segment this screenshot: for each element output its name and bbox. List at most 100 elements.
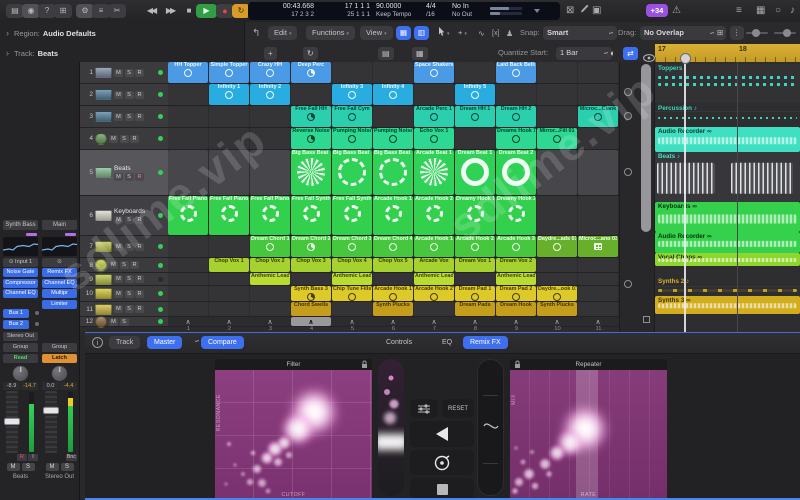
controls-tab[interactable]: Controls [379,336,419,349]
empty-cell[interactable] [578,258,618,272]
r-button[interactable]: R [135,113,144,121]
empty-cell[interactable] [168,84,208,105]
empty-cell[interactable] [209,128,249,149]
record-enable-button[interactable]: R [17,454,27,461]
empty-cell[interactable] [250,302,290,316]
track-header[interactable]: 6KeyboardsMSR [80,196,168,235]
loop-cell[interactable]: Dream Pads [455,302,495,316]
empty-cell[interactable] [537,84,577,105]
cell-phase-icon[interactable] [624,168,632,176]
track-region[interactable]: Synths 3 ∞ [655,296,800,314]
grid-edit-button[interactable]: ▤ [378,47,394,60]
loop-cell[interactable]: Big Bass Beat 1 [291,150,331,195]
empty-cell[interactable] [578,302,618,316]
loop-cell[interactable]: Dreamy Hook 2 [496,196,536,235]
waveform-zoom-icon[interactable]: ⊞ [714,26,726,40]
empty-cell[interactable] [373,106,413,127]
scratch-button[interactable] [410,450,474,475]
master-tab[interactable]: Master [147,336,182,349]
empty-cell[interactable] [209,302,249,316]
input-monitor-dot[interactable] [158,244,163,249]
rewind-button[interactable]: ◀◀ [142,4,160,18]
empty-cell[interactable] [168,302,208,316]
loop-cell[interactable]: Space Shakers [414,62,454,83]
horizontal-zoom-slider[interactable] [774,32,796,34]
empty-cell[interactable] [209,150,249,195]
scene-trigger[interactable]: ∧ [496,317,536,326]
empty-cell[interactable] [537,196,577,235]
empty-cell[interactable] [250,106,290,127]
scene-trigger[interactable]: ∧ [291,317,331,326]
empty-cell[interactable] [414,302,454,316]
scene-trigger[interactable]: ∧ [373,317,413,326]
empty-cell[interactable] [209,273,249,285]
loop-cell[interactable]: Daydre...ads 01 [537,236,577,257]
input-monitor-dot[interactable] [158,263,163,268]
track-header[interactable]: 10MSR [80,286,168,301]
editors-icon[interactable]: ✂ [108,4,126,18]
loop-cell[interactable]: Echo Vox 1 [414,128,454,149]
loop-cell[interactable]: Dream Chord 2 [291,236,331,257]
empty-cell[interactable] [168,286,208,301]
secondary-tool-button[interactable]: +▾ [454,26,471,40]
s-button[interactable]: S [120,135,129,143]
loop-cell[interactable]: Dream Beat 1 [455,150,495,195]
plugin-button[interactable]: Limiter [42,300,77,309]
loop-cell[interactable]: Dream Vox 1 [455,258,495,272]
scene-trigger[interactable]: ∧ [168,317,208,326]
fader-cap[interactable] [4,418,20,425]
m-button[interactable]: M [114,305,123,313]
empty-cell[interactable] [209,236,249,257]
loop-cell[interactable]: Daydre...ook 01 [537,286,577,301]
scene-trigger[interactable]: ∧ [332,317,372,326]
track-header[interactable]: 1MSR [80,62,168,83]
fx-settings-button[interactable] [410,399,438,418]
loop-cell[interactable]: Arcade Hook 1 [414,236,454,257]
remix-fx-tab[interactable]: Remix FX [463,336,508,349]
empty-cell[interactable] [578,84,618,105]
loop-cell[interactable]: Dream Hook [496,302,536,316]
input-monitor-dot[interactable] [158,114,163,119]
loop-cell[interactable]: Big Bass Beat 3 [373,150,413,195]
lcd-display[interactable]: 00:43.668 17 2 3 2 17 1 1 1 25 1 1 1 90.… [248,2,560,20]
track-header[interactable]: 4MSR [80,128,168,149]
r-button[interactable]: R [135,216,144,224]
m-button[interactable]: M [114,290,123,298]
snap-select[interactable]: Smart▴▾ [543,26,617,40]
empty-cell[interactable] [168,236,208,257]
loop-cell[interactable]: Chop Vox 4 [332,258,372,272]
m-button[interactable]: M [114,173,123,181]
cell-phase-icon[interactable] [624,280,632,288]
loop-cell[interactable]: Dream Chord 4 [373,236,413,257]
filter-xy-pad[interactable]: RESONANCE CUTOFF [215,370,372,500]
loop-cell[interactable]: Laid Back Bells [496,62,536,83]
grid-record-button[interactable]: ▦ [412,47,428,60]
loop-cell[interactable]: Arcade Hook 2 [414,286,454,301]
scene-trigger[interactable]: ∧ [537,317,577,326]
loop-cell[interactable]: Free Fall Synth [332,196,372,235]
s-button[interactable]: S [120,261,129,269]
playhead-handle[interactable] [680,53,691,64]
r-button[interactable]: R [135,305,144,313]
repeater-xy-pad[interactable]: MIX RATE [510,370,667,500]
scene-trigger[interactable]: ∧ [455,317,495,326]
plugin-button[interactable]: Remix FX [42,268,77,277]
grid-view-button[interactable]: ▦ [396,26,411,40]
track-region[interactable]: Percussion ♪ [655,104,800,127]
send-knob[interactable] [35,322,39,326]
empty-cell[interactable] [578,286,618,301]
empty-cell[interactable] [537,150,577,195]
track-region[interactable]: Audio Recorder ∞ [655,127,800,152]
empty-cell[interactable] [250,150,290,195]
volume-fader[interactable] [42,391,77,453]
solo-button[interactable]: S [22,463,35,471]
loop-cell[interactable]: Dreams Hook 1 [496,128,536,149]
lcd-chevron-icon[interactable] [534,9,540,13]
loop-cell[interactable]: Reverse Noise [291,128,331,149]
drag-select[interactable]: No Overlap▴▾ [640,26,718,40]
m-button[interactable]: M [109,261,118,269]
empty-cell[interactable] [168,106,208,127]
loop-cell[interactable]: Microc...Clank [578,106,618,127]
empty-cell[interactable] [455,128,495,149]
disclosure-icon[interactable]: › [6,48,9,58]
